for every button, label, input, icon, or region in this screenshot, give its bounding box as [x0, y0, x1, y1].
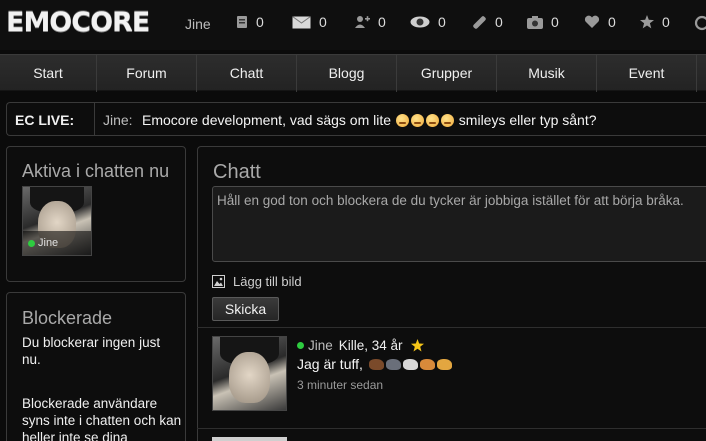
chat-title: Chatt — [213, 161, 261, 183]
active-user-caption: Jine — [23, 231, 91, 255]
smiley-icon — [440, 114, 454, 127]
ec-live-message-end: smileys eller typ sånt? — [458, 112, 597, 128]
ec-live-label: EC LIVE: — [15, 112, 75, 128]
ec-live-divider — [94, 103, 95, 135]
friend-request-count: 0 — [378, 14, 386, 30]
main-nav: Start Forum Chatt Blogg Grupper Musik Ev… — [0, 54, 706, 92]
image-icon — [212, 275, 225, 288]
active-user-name: Jine — [38, 237, 59, 249]
blocked-panel: Blockerade Du blockerar ingen just nu. B… — [6, 292, 186, 441]
active-users-panel: Aktiva i chatten nu Jine — [6, 146, 186, 282]
add-image-label: Lägg till bild — [233, 274, 302, 289]
mail-stat[interactable]: 0 — [292, 14, 327, 30]
header-username[interactable]: Jine — [185, 16, 211, 32]
star-icon — [640, 15, 654, 29]
star-icon — [410, 339, 424, 352]
chat-divider — [197, 327, 706, 328]
nav-event[interactable]: Event — [597, 55, 697, 92]
blocked-title: Blockerade — [22, 308, 113, 328]
nav-musik[interactable]: Musik — [497, 55, 597, 92]
bandage-count: 0 — [495, 14, 503, 30]
refresh-icon[interactable] — [694, 15, 706, 31]
message-text: Jag är tuff, — [297, 356, 452, 372]
visitors-count: 0 — [438, 14, 446, 30]
ec-live-message: Emocore development, vad sägs om lite sm… — [142, 112, 597, 128]
add-image-link[interactable]: Lägg till bild — [212, 274, 302, 289]
heart-count: 0 — [608, 14, 616, 30]
camera-icon — [527, 15, 543, 29]
nav-chatt[interactable]: Chatt — [197, 55, 297, 92]
star-count: 0 — [662, 14, 670, 30]
blocked-info-text: Blockerade användare syns inte i chatten… — [22, 396, 182, 441]
message-username[interactable]: Jine — [308, 338, 333, 353]
guestbook-count: 0 — [256, 14, 264, 30]
top-bar: EMOCORE Jine 0 0 0 0 0 0 0 0 — [0, 0, 706, 50]
ec-live-bar: EC LIVE: Jine: Emocore development, vad … — [6, 102, 706, 136]
leopard-icon — [436, 358, 452, 370]
blocked-none-text: Du blockerar ingen just nu. — [22, 335, 161, 367]
message-body: Jag är tuff, — [297, 356, 363, 372]
active-user-avatar[interactable]: Jine — [22, 186, 92, 256]
message-time: 3 minuter sedan — [297, 378, 384, 392]
star-stat[interactable]: 0 — [640, 14, 670, 30]
photo-count: 0 — [551, 14, 559, 30]
guestbook-stat[interactable]: 0 — [236, 14, 264, 30]
active-users-title: Aktiva i chatten nu — [22, 161, 170, 181]
smiley-icon — [395, 114, 409, 127]
bandage-stat[interactable]: 0 — [472, 14, 503, 30]
ec-live-user[interactable]: Jine: — [103, 112, 133, 128]
eye-icon — [410, 16, 430, 28]
message-header: Jine Kille, 34 år — [297, 338, 424, 353]
online-indicator — [28, 239, 35, 247]
heart-stat[interactable]: 0 — [584, 14, 616, 30]
send-button[interactable]: Skicka — [212, 297, 279, 321]
chat-message-input[interactable]: Håll en god ton och blockera de du tycke… — [212, 186, 706, 262]
photo-stat[interactable]: 0 — [527, 14, 559, 30]
ec-live-message-text: Emocore development, vad sägs om lite — [142, 112, 392, 128]
ox-icon — [385, 358, 401, 370]
online-indicator — [297, 342, 304, 349]
chat-divider — [197, 428, 706, 429]
guestbook-icon — [237, 16, 247, 28]
visitors-stat[interactable]: 0 — [410, 14, 446, 30]
friend-request-stat[interactable]: 0 — [354, 14, 386, 30]
avatar-face — [229, 351, 270, 403]
ram-icon — [402, 358, 418, 370]
mail-count: 0 — [319, 14, 327, 30]
smiley-icon — [410, 114, 424, 127]
heart-icon — [584, 15, 600, 28]
site-logo[interactable]: EMOCORE — [6, 7, 150, 38]
nav-start[interactable]: Start — [0, 55, 97, 92]
tiger-icon — [419, 358, 435, 370]
nav-blogg[interactable]: Blogg — [297, 55, 397, 92]
bull-icon — [368, 358, 384, 370]
message-user-info: Kille, 34 år — [338, 338, 403, 353]
add-friend-icon — [355, 16, 370, 28]
smiley-icon — [425, 114, 439, 127]
nav-grupper[interactable]: Grupper — [397, 55, 497, 92]
mail-icon — [292, 15, 311, 28]
next-message-avatar[interactable] — [212, 437, 287, 441]
message-avatar[interactable] — [212, 336, 287, 411]
bandage-icon — [473, 15, 486, 29]
nav-forum[interactable]: Forum — [97, 55, 197, 92]
